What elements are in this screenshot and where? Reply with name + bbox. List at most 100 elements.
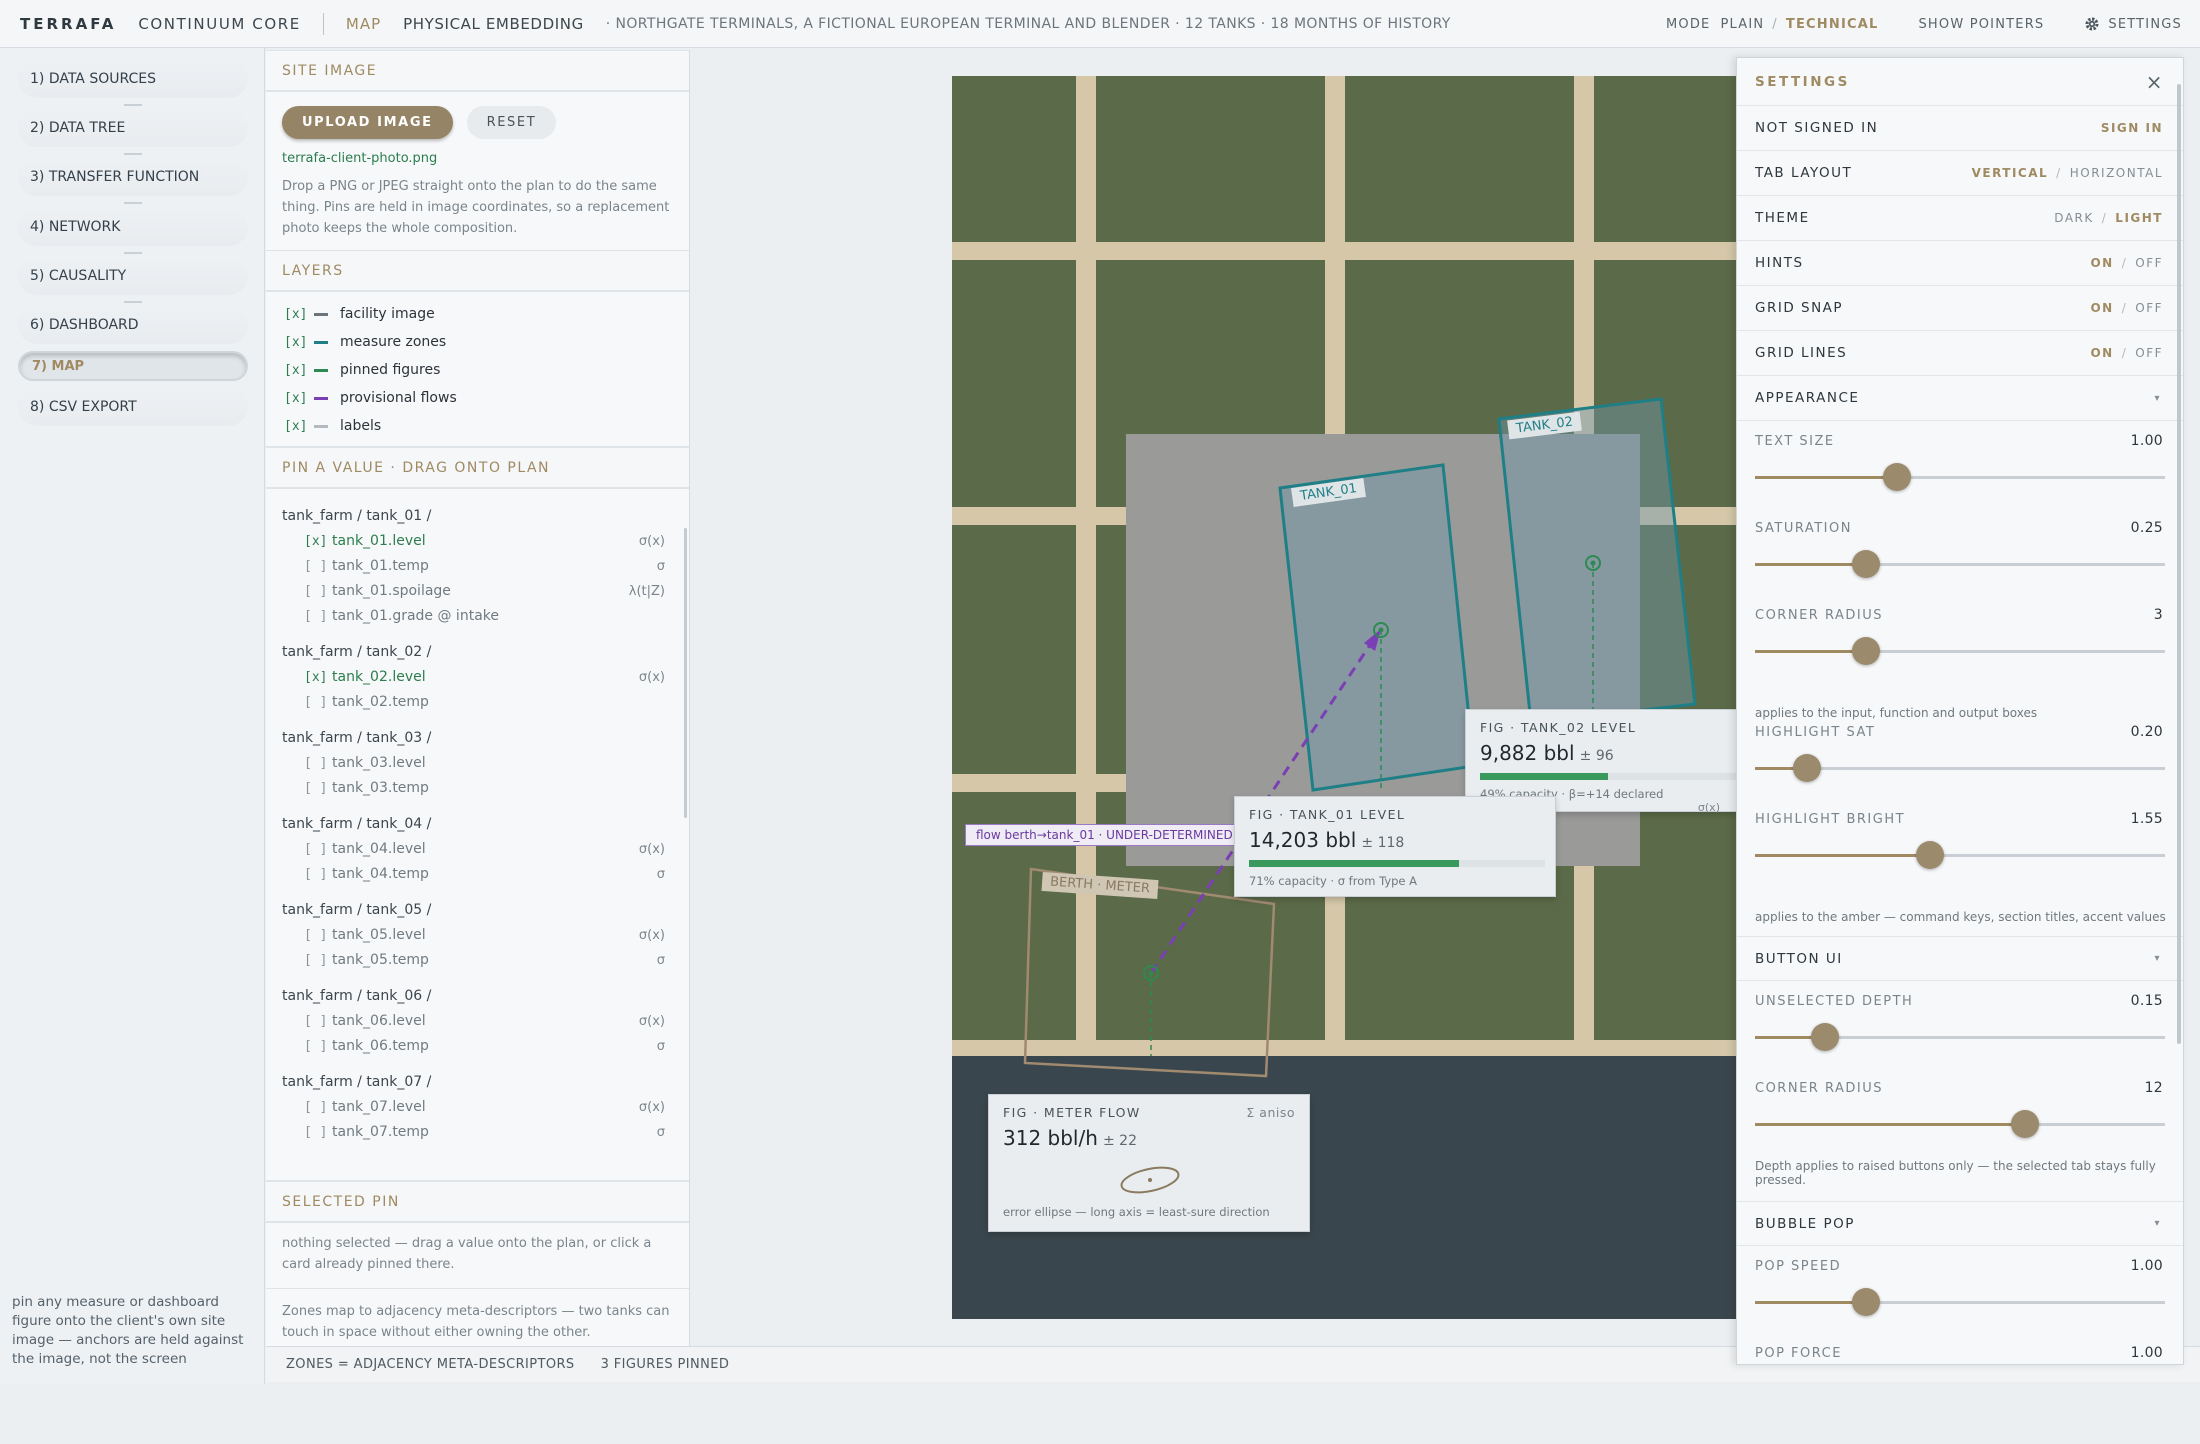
- tree-group[interactable]: tank_farm / tank_06 /: [266, 983, 689, 1009]
- pin-checkbox[interactable]: [ ]: [304, 579, 332, 604]
- show-pointers-button[interactable]: SHOW POINTERS: [1918, 17, 2044, 32]
- pin-checkbox[interactable]: [ ]: [304, 1120, 332, 1145]
- layer-labels[interactable]: [x] labels: [266, 412, 689, 440]
- layer-checkbox[interactable]: [x]: [284, 391, 314, 406]
- tree-item[interactable]: [ ] tank_05.level σ(x): [266, 923, 689, 948]
- slider-handle[interactable]: [1916, 841, 1945, 869]
- nav-data-tree[interactable]: 2) DATA TREE: [18, 109, 248, 147]
- slider-handle[interactable]: [1811, 1023, 1840, 1051]
- nav-causality[interactable]: 5) CAUSALITY: [18, 257, 248, 295]
- slider-handle[interactable]: [2010, 1110, 2039, 1138]
- layer-checkbox[interactable]: [x]: [284, 307, 314, 322]
- upload-image-button[interactable]: UPLOAD IMAGE: [282, 106, 453, 139]
- meter-flow-card[interactable]: FIG · METER FLOW Σ aniso 312 bbl/h ± 22 …: [988, 1094, 1310, 1232]
- nav-csv-export[interactable]: 8) CSV EXPORT: [18, 388, 248, 426]
- button-ui-section[interactable]: BUTTON UI ▾: [1737, 936, 2183, 981]
- layer-measure-zones[interactable]: [x] measure zones: [266, 328, 689, 356]
- nav-network[interactable]: 4) NETWORK: [18, 208, 248, 246]
- tree-scrollbar[interactable]: [684, 528, 687, 818]
- tree-group[interactable]: tank_farm / tank_07 /: [266, 1069, 689, 1095]
- layer-facility-image[interactable]: [x] facility image: [266, 300, 689, 328]
- pin-checkbox[interactable]: [x]: [304, 665, 332, 690]
- pin-checkbox[interactable]: [ ]: [304, 751, 332, 776]
- tree-item[interactable]: [ ] tank_05.temp σ: [266, 948, 689, 973]
- tab-layout-vertical[interactable]: VERTICAL: [1972, 166, 2049, 180]
- tree-item[interactable]: [ ] tank_03.temp: [266, 776, 689, 801]
- tree-item[interactable]: [ ] tank_04.temp σ: [266, 862, 689, 887]
- pin-checkbox[interactable]: [ ]: [304, 923, 332, 948]
- pin-checkbox[interactable]: [ ]: [304, 554, 332, 579]
- settings-button[interactable]: SETTINGS: [2084, 16, 2182, 32]
- pin-checkbox[interactable]: [ ]: [304, 604, 332, 629]
- tree-item[interactable]: [ ] tank_03.level: [266, 751, 689, 776]
- grid-snap-on[interactable]: ON: [2090, 301, 2113, 315]
- mode-plain-toggle[interactable]: PLAIN: [1720, 17, 1764, 32]
- tree-item[interactable]: [x] tank_02.level σ(x): [266, 665, 689, 690]
- pin-checkbox[interactable]: [ ]: [304, 690, 332, 715]
- pin-checkbox[interactable]: [x]: [304, 529, 332, 554]
- highlight-sat-slider[interactable]: [1737, 740, 2183, 797]
- bubble-pop-section[interactable]: BUBBLE POP ▾: [1737, 1201, 2183, 1246]
- settings-scrollbar[interactable]: [2177, 84, 2181, 1044]
- pin-checkbox[interactable]: [ ]: [304, 1009, 332, 1034]
- tree-item[interactable]: [ ] tank_06.level σ(x): [266, 1009, 689, 1034]
- tree-group[interactable]: tank_farm / tank_01 /: [266, 503, 689, 529]
- nav-data-sources[interactable]: 1) DATA SOURCES: [18, 60, 248, 98]
- layer-checkbox[interactable]: [x]: [284, 335, 314, 350]
- tree-group[interactable]: tank_farm / tank_03 /: [266, 725, 689, 751]
- hints-off[interactable]: OFF: [2135, 256, 2163, 270]
- text-size-slider[interactable]: [1737, 449, 2183, 506]
- slider-handle[interactable]: [1852, 637, 1881, 665]
- pop-speed-slider[interactable]: [1737, 1274, 2183, 1331]
- corner-radius-slider[interactable]: [1737, 623, 2183, 680]
- slider-handle[interactable]: [1852, 1288, 1881, 1316]
- mode-technical-toggle[interactable]: TECHNICAL: [1786, 17, 1879, 32]
- tree-group[interactable]: tank_farm / tank_04 /: [266, 811, 689, 837]
- layer-checkbox[interactable]: [x]: [284, 419, 314, 434]
- tree-item[interactable]: [ ] tank_01.temp σ: [266, 554, 689, 579]
- tree-item[interactable]: [ ] tank_07.temp σ: [266, 1120, 689, 1145]
- nav-transfer-function[interactable]: 3) TRANSFER FUNCTION: [18, 158, 248, 196]
- appearance-section[interactable]: APPEARANCE ▾: [1737, 376, 2183, 421]
- nav-dashboard[interactable]: 6) DASHBOARD: [18, 306, 248, 344]
- pop-force-slider[interactable]: [1737, 1361, 2183, 1364]
- saturation-slider[interactable]: [1737, 536, 2183, 593]
- slider-handle[interactable]: [1852, 550, 1881, 578]
- tab-layout-horizontal[interactable]: HORIZONTAL: [2070, 166, 2163, 180]
- facility-plan[interactable]: TANK_01 TANK_02 BERTH · METER flow berth…: [952, 76, 1740, 1319]
- layer-checkbox[interactable]: [x]: [284, 363, 314, 378]
- highlight-bright-slider[interactable]: [1737, 827, 2183, 884]
- pin-checkbox[interactable]: [ ]: [304, 948, 332, 973]
- grid-snap-off[interactable]: OFF: [2135, 301, 2163, 315]
- pin-checkbox[interactable]: [ ]: [304, 1034, 332, 1059]
- tank-01-level-card[interactable]: FIG · TANK_01 LEVEL 14,203 bbl ± 118 71%…: [1234, 796, 1556, 897]
- layer-pinned-figures[interactable]: [x] pinned figures: [266, 356, 689, 384]
- tree-item[interactable]: [ ] tank_01.spoilage λ(t|Z): [266, 579, 689, 604]
- grid-lines-on[interactable]: ON: [2090, 346, 2113, 360]
- slider-handle[interactable]: [1792, 754, 1821, 782]
- unselected-depth-slider[interactable]: [1737, 1009, 2183, 1066]
- tree-item[interactable]: [x] tank_01.level σ(x): [266, 529, 689, 554]
- flow-label[interactable]: flow berth→tank_01 · UNDER-DETERMINED (L…: [965, 824, 1279, 846]
- tree-item[interactable]: [ ] tank_06.temp σ: [266, 1034, 689, 1059]
- nav-map[interactable]: 7) MAP: [18, 351, 248, 381]
- layer-provisional-flows[interactable]: [x] provisional flows: [266, 384, 689, 412]
- reset-button[interactable]: RESET: [466, 106, 557, 139]
- slider-handle[interactable]: [1883, 463, 1912, 491]
- tree-group[interactable]: tank_farm / tank_05 /: [266, 897, 689, 923]
- pin-checkbox[interactable]: [ ]: [304, 776, 332, 801]
- button-corner-radius-slider[interactable]: [1737, 1096, 2183, 1153]
- sign-in-button[interactable]: SIGN IN: [2101, 121, 2163, 135]
- tree-item[interactable]: [ ] tank_07.level σ(x): [266, 1095, 689, 1120]
- tree-group[interactable]: tank_farm / tank_02 /: [266, 639, 689, 665]
- pin-checkbox[interactable]: [ ]: [304, 862, 332, 887]
- tree-item[interactable]: [ ] tank_02.temp: [266, 690, 689, 715]
- pin-checkbox[interactable]: [ ]: [304, 837, 332, 862]
- theme-dark[interactable]: DARK: [2054, 211, 2093, 225]
- grid-lines-off[interactable]: OFF: [2135, 346, 2163, 360]
- tree-item[interactable]: [ ] tank_01.grade @ intake: [266, 604, 689, 629]
- tree-item[interactable]: [ ] tank_04.level σ(x): [266, 837, 689, 862]
- close-icon[interactable]: ×: [2146, 70, 2165, 94]
- hints-on[interactable]: ON: [2090, 256, 2113, 270]
- pin-checkbox[interactable]: [ ]: [304, 1095, 332, 1120]
